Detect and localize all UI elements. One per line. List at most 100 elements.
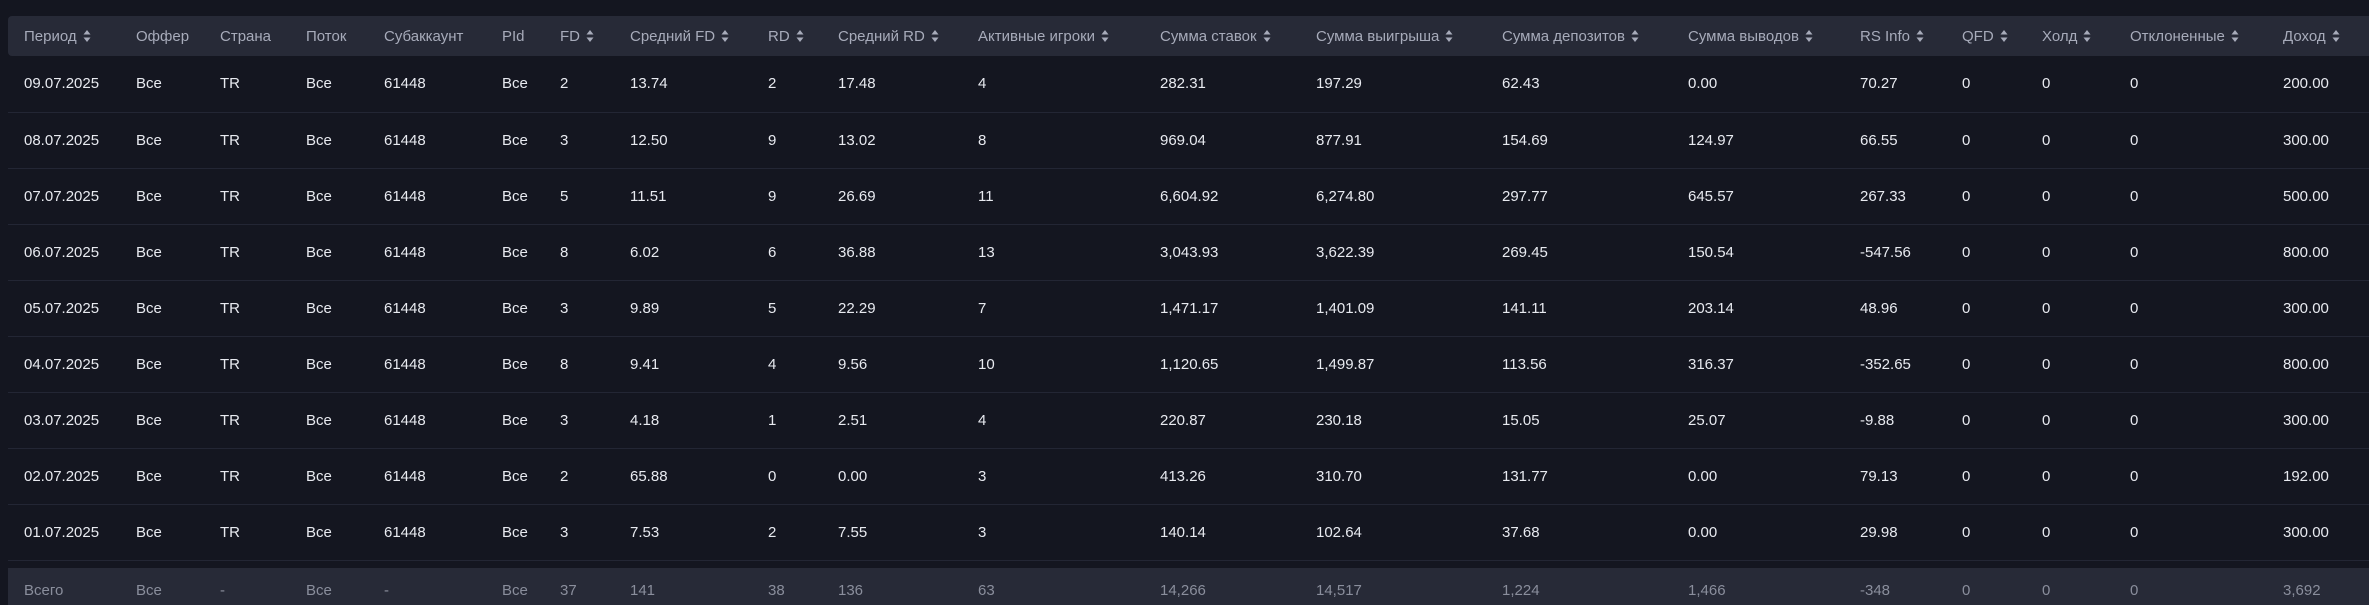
cell-qfd: 0 (1962, 243, 1971, 261)
cell-active-players: 3 (978, 467, 987, 485)
sort-icon[interactable] (1263, 29, 1271, 43)
cell-avg-fd: 11.51 (630, 187, 667, 205)
cell-rejected: 0 (2130, 131, 2139, 149)
cell-deposits-sum: 269.45 (1502, 243, 1548, 261)
column-header-deposits-sum[interactable]: Сумма депозитов (1486, 16, 1672, 56)
sort-icon[interactable] (83, 29, 91, 43)
cell-income: 200.00 (2283, 75, 2329, 93)
cell-period: 05.07.2025 (24, 299, 100, 317)
sort-icon[interactable] (1101, 29, 1109, 43)
column-header-label: Страна (220, 27, 272, 45)
cell-bets-sum: 3,043.93 (1160, 243, 1219, 261)
cell-period: 09.07.2025 (24, 75, 100, 93)
cell-wins-sum: 3,622.39 (1316, 243, 1375, 261)
row-spacer (8, 560, 2369, 568)
sort-icon[interactable] (2083, 29, 2091, 43)
cell-period: 04.07.2025 (24, 355, 100, 373)
column-header-rejected[interactable]: Отклоненные (2114, 16, 2267, 56)
total-stream: Все (306, 581, 332, 599)
cell-withdrawals-sum: 25.07 (1688, 411, 1726, 429)
cell-country: TR (220, 523, 240, 541)
total-period: Всего (24, 581, 64, 599)
sort-icon[interactable] (2332, 29, 2340, 43)
cell-offer: Все (136, 131, 162, 149)
cell-active-players: 8 (978, 131, 987, 149)
cell-rs-info: -547.56 (1860, 243, 1911, 261)
cell-pid: Все (502, 187, 528, 205)
cell-bets-sum: 282.31 (1160, 75, 1206, 93)
column-header-label: FD (560, 27, 580, 45)
sort-icon[interactable] (931, 29, 939, 43)
cell-hold: 0 (2042, 243, 2051, 261)
cell-avg-fd: 65.88 (630, 467, 668, 485)
cell-active-players: 3 (978, 523, 987, 541)
cell-qfd: 0 (1962, 355, 1971, 373)
cell-offer: Все (136, 467, 162, 485)
cell-qfd: 0 (1962, 299, 1971, 317)
cell-pid: Все (502, 523, 528, 541)
table-row: 01.07.2025 Все TR Все 61448 Все 3 7.53 2 7.55 3 140… (8, 504, 2369, 560)
sort-icon[interactable] (721, 29, 729, 43)
column-header-label: PId (502, 27, 525, 45)
total-wins-sum: 14,517 (1316, 581, 1362, 599)
column-header-withdrawals-sum[interactable]: Сумма выводов (1672, 16, 1844, 56)
sort-icon[interactable] (796, 29, 804, 43)
column-header-avg-fd[interactable]: Средний FD (614, 16, 752, 56)
cell-avg-fd: 4.18 (630, 411, 660, 429)
cell-offer: Все (136, 411, 162, 429)
cell-period: 06.07.2025 (24, 243, 100, 261)
cell-rs-info: -9.88 (1860, 411, 1895, 429)
cell-avg-rd: 36.88 (838, 243, 876, 261)
cell-withdrawals-sum: 0.00 (1688, 467, 1718, 485)
cell-fd: 5 (560, 187, 569, 205)
column-header-wins-sum[interactable]: Сумма выигрыша (1300, 16, 1486, 56)
cell-withdrawals-sum: 150.54 (1688, 243, 1734, 261)
cell-offer: Все (136, 355, 162, 373)
cell-subaccount: 61448 (384, 467, 426, 485)
cell-income: 300.00 (2283, 523, 2329, 541)
stats-table-container: Период Оффер Страна Поток Субаккаунт PId FD Сре… (0, 0, 2369, 605)
column-header-income[interactable]: Доход (2267, 16, 2369, 56)
sort-icon[interactable] (586, 29, 594, 43)
cell-withdrawals-sum: 316.37 (1688, 355, 1734, 373)
cell-qfd: 0 (1962, 75, 1971, 93)
cell-avg-fd: 9.41 (630, 355, 660, 373)
cell-country: TR (220, 299, 240, 317)
column-header-avg-rd[interactable]: Средний RD (822, 16, 962, 56)
sort-icon[interactable] (1631, 29, 1639, 43)
column-header-qfd[interactable]: QFD (1946, 16, 2026, 56)
cell-qfd: 0 (1962, 131, 1971, 149)
cell-avg-fd: 6.02 (630, 243, 660, 261)
column-header-label: Активные игроки (978, 27, 1096, 45)
column-header-rs-info[interactable]: RS Info (1844, 16, 1946, 56)
column-header-label: Средний RD (838, 27, 925, 45)
total-avg-fd: 141 (630, 581, 656, 599)
cell-bets-sum: 969.04 (1160, 131, 1206, 149)
cell-subaccount: 61448 (384, 243, 426, 261)
cell-subaccount: 61448 (384, 411, 426, 429)
sort-icon[interactable] (1805, 29, 1813, 43)
column-header-active-players[interactable]: Активные игроки (962, 16, 1144, 56)
sort-icon[interactable] (1916, 29, 1924, 43)
sort-icon[interactable] (2231, 29, 2239, 43)
column-header-rd[interactable]: RD (752, 16, 822, 56)
cell-hold: 0 (2042, 75, 2051, 93)
cell-wins-sum: 310.70 (1316, 467, 1362, 485)
total-rejected: 0 (2130, 581, 2139, 599)
column-header-period[interactable]: Период (8, 16, 120, 56)
sort-icon[interactable] (1445, 29, 1453, 43)
cell-deposits-sum: 113.56 (1502, 355, 1547, 373)
total-withdrawals-sum: 1,466 (1688, 581, 1726, 599)
cell-avg-rd: 2.51 (838, 411, 868, 429)
cell-rejected: 0 (2130, 355, 2139, 373)
cell-pid: Все (502, 467, 528, 485)
column-header-bets-sum[interactable]: Сумма ставок (1144, 16, 1300, 56)
column-header-hold[interactable]: Холд (2026, 16, 2114, 56)
sort-icon[interactable] (2000, 29, 2008, 43)
cell-stream: Все (306, 299, 332, 317)
table-row: 05.07.2025 Все TR Все 61448 Все 3 9.89 5 22.29 7 1,… (8, 280, 2369, 336)
cell-offer: Все (136, 75, 162, 93)
cell-qfd: 0 (1962, 467, 1971, 485)
cell-country: TR (220, 243, 240, 261)
column-header-fd[interactable]: FD (544, 16, 614, 56)
